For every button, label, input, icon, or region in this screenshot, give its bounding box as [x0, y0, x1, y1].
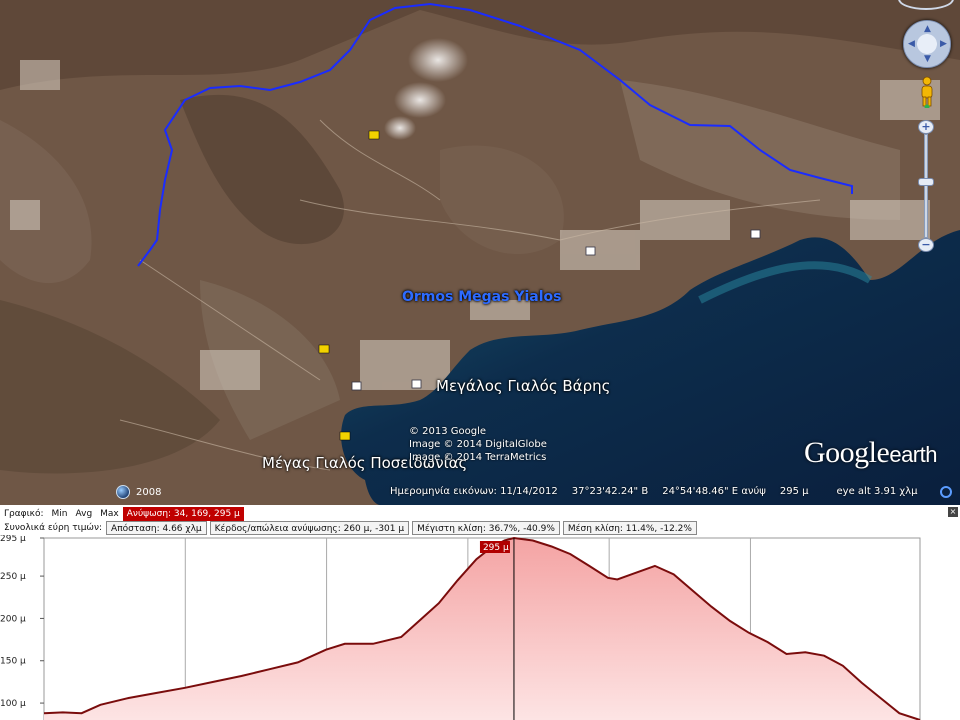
longitude: 24°54'48.46" Ε — [662, 486, 739, 497]
globe-icon — [116, 485, 130, 499]
close-profile-button[interactable]: × — [948, 507, 958, 517]
map-status-bar: Ημερομηνία εικόνων: 11/14/2012 37°23'42.… — [390, 486, 917, 497]
y-tick-label: 295 μ — [0, 535, 26, 544]
place-label-ormos[interactable]: Ormos Megas Yialos — [402, 289, 561, 305]
latitude: 37°23'42.24" Β — [571, 486, 649, 497]
place-label-megalos-gialos[interactable]: Μεγάλος Γιαλός Βάρης — [436, 377, 610, 395]
graph-avg-option[interactable]: Avg — [71, 507, 97, 521]
y-tick-label: 250 μ — [0, 572, 26, 582]
distance-stat: Απόσταση: 4.66 χλμ — [106, 521, 207, 535]
cursor-tooltip: 295 μ — [479, 541, 510, 553]
longitude-elevation: 24°54'48.46" Ε ανύψ — [662, 486, 766, 497]
pan-left-icon[interactable]: ◀ — [908, 39, 915, 49]
zoom-out-button[interactable]: − — [918, 238, 934, 252]
eye-alt-label: eye alt — [836, 486, 871, 497]
imagery-copyright: © 2013 Google Image © 2014 DigitalGlobe … — [409, 425, 547, 464]
copyright-line: Image © 2014 DigitalGlobe — [409, 439, 547, 450]
graph-max-option[interactable]: Max — [96, 507, 123, 521]
copyright-line: © 2013 Google — [409, 426, 487, 437]
pan-up-icon[interactable]: ▲ — [924, 24, 931, 34]
zoom-slider[interactable]: + − — [918, 120, 934, 252]
y-axis-ticks: 295 μ 250 μ 200 μ 150 μ 100 μ — [0, 535, 44, 709]
y-tick-label: 150 μ — [0, 657, 26, 667]
streaming-progress-icon — [940, 486, 952, 498]
logo-google: Google — [804, 436, 890, 469]
pan-down-icon[interactable]: ▼ — [924, 54, 931, 64]
imagery-date: Ημερομηνία εικόνων: 11/14/2012 — [390, 486, 558, 497]
elevation-value: 295 μ — [779, 486, 809, 497]
profile-graph-row: Γραφικό: Min Avg Max Ανύψωση: 34, 169, 2… — [0, 507, 244, 521]
historical-imagery-badge[interactable]: 2008 — [116, 485, 161, 499]
pan-right-icon[interactable]: ▶ — [940, 39, 947, 49]
move-joystick[interactable]: ▲ ▼ ◀ ▶ — [903, 20, 951, 68]
tooltip-label: 295 μ — [483, 543, 509, 553]
y-tick-label: 200 μ — [0, 614, 26, 624]
graph-label: Γραφικό: — [0, 507, 48, 521]
avg-slope-stat: Μέση κλίση: 11.4%, -12.2% — [562, 521, 697, 535]
eye-alt-value: 3.91 χλμ — [873, 486, 918, 497]
profile-totals-row: Συνολικά εύρη τιμών: Απόσταση: 4.66 χλμ … — [0, 521, 700, 535]
copyright-line: Image © 2014 TerraMetrics — [409, 452, 547, 463]
graph-min-option[interactable]: Min — [47, 507, 72, 521]
eye-altitude: eye alt 3.91 χλμ — [837, 486, 918, 497]
logo-earth: earth — [889, 442, 937, 467]
google-earth-logo: Googleearth — [804, 436, 937, 470]
max-slope-stat: Μέγιστη κλίση: 36.7%, -40.9% — [412, 521, 560, 535]
street-view-pegman-icon[interactable] — [918, 76, 936, 108]
elevation-series-tab[interactable]: Ανύψωση: 34, 169, 295 μ — [122, 507, 244, 521]
satellite-map[interactable]: Ormos Megas Yialos Μεγάλος Γιαλός Βάρης … — [0, 0, 960, 505]
imagery-year: 2008 — [136, 486, 162, 498]
zoom-track[interactable] — [924, 134, 928, 238]
gain-loss-stat: Κέρδος/απώλεια ανύψωσης: 260 μ, -301 μ — [209, 521, 410, 535]
elevation-label: ανύψ — [741, 486, 766, 497]
totals-label: Συνολικά εύρη τιμών: — [0, 521, 107, 535]
zoom-in-button[interactable]: + — [918, 120, 934, 134]
elevation-profile-chart[interactable]: 295 μ 250 μ 200 μ 150 μ 100 μ 295 μ — [0, 535, 960, 720]
zoom-thumb[interactable] — [918, 178, 934, 186]
y-tick-label: 100 μ — [0, 699, 26, 709]
